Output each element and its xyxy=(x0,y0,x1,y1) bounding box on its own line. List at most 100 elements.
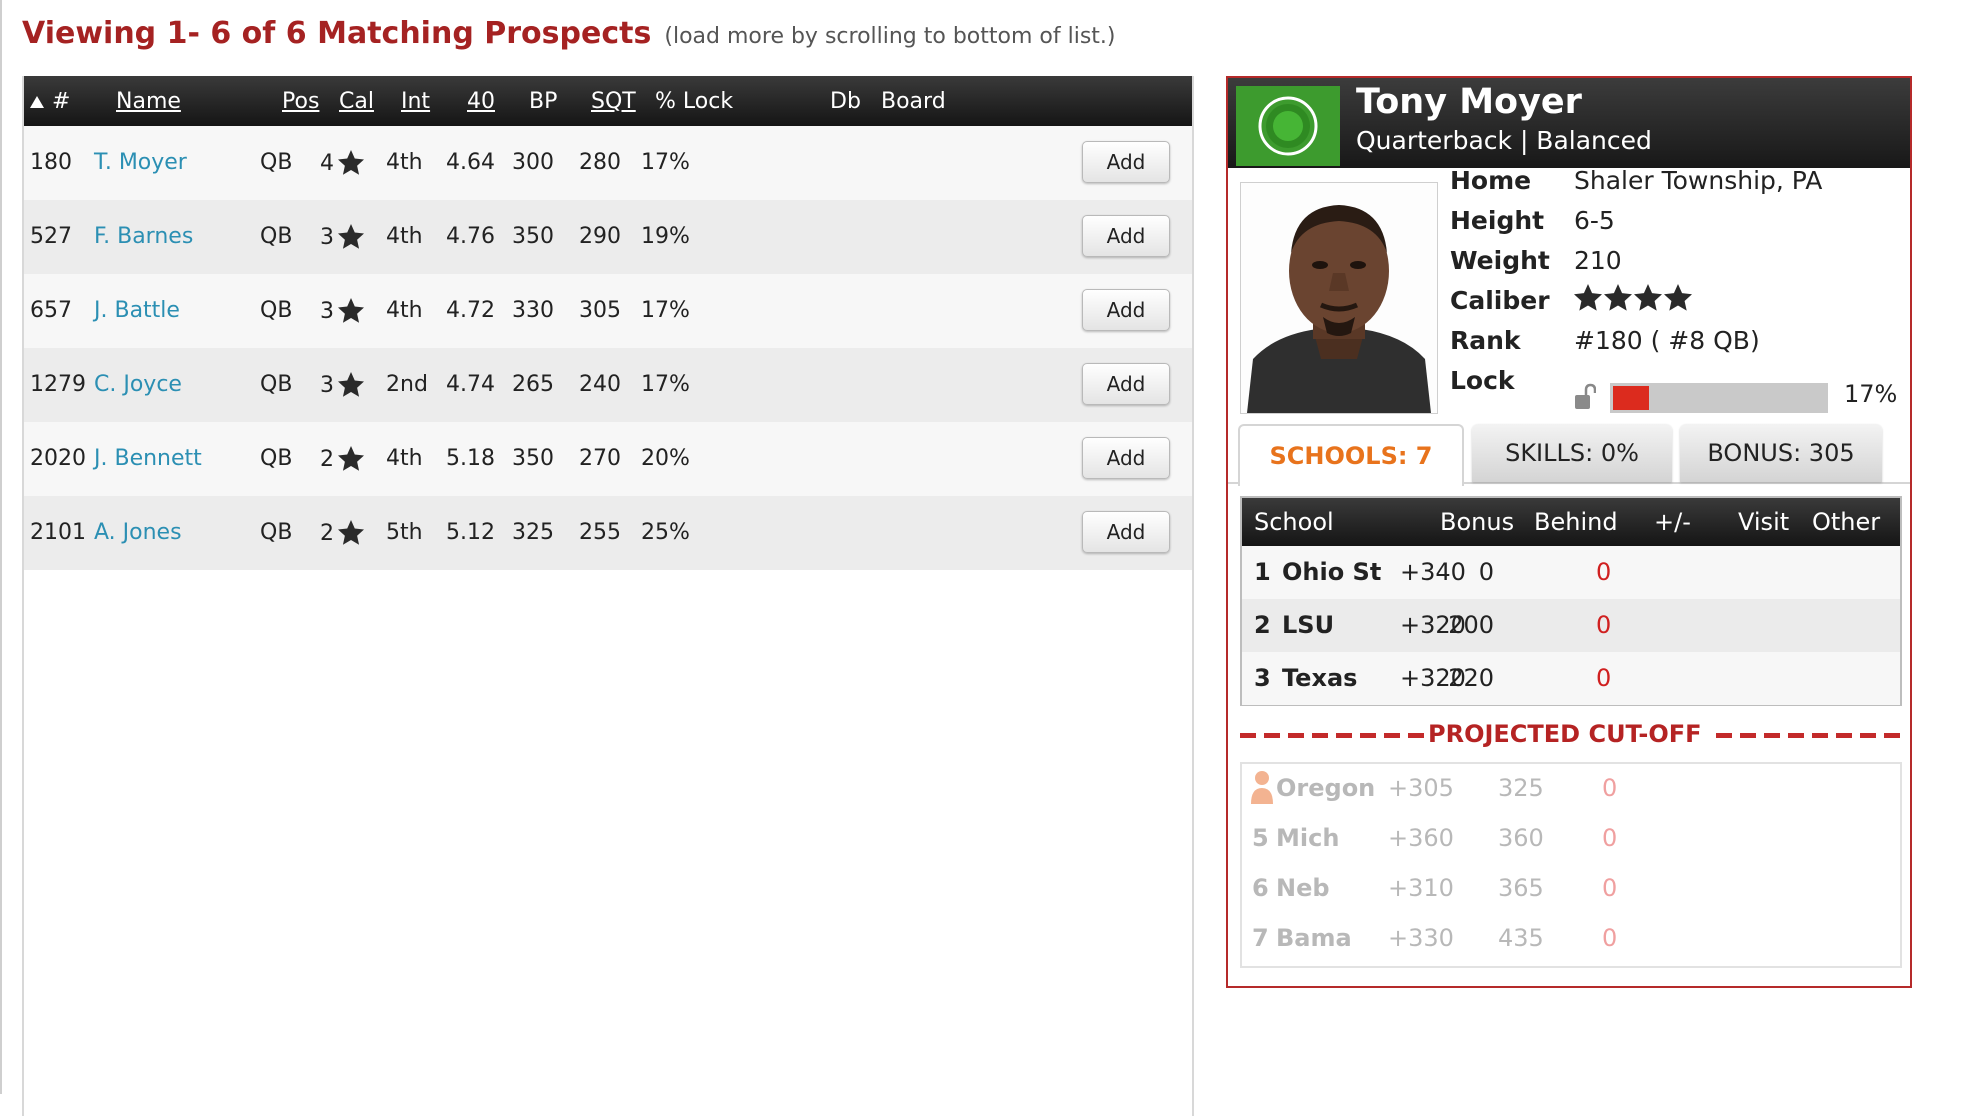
prospect-name-link[interactable]: A. Jones xyxy=(94,520,182,545)
col-num[interactable]: # xyxy=(52,89,70,114)
cell-pos: QB xyxy=(260,446,293,471)
caliber-value: 2 xyxy=(320,447,334,472)
projected-cutoff-divider: PROJECTED CUT-OFF xyxy=(1240,720,1902,750)
cutoff-dash-left xyxy=(1240,733,1424,738)
cell-num: 2020 xyxy=(30,446,86,471)
school-behind: 360 xyxy=(1498,824,1544,852)
caliber-value: 3 xyxy=(320,299,334,324)
school-rank: 7 xyxy=(1252,924,1269,952)
cell-bp: 300 xyxy=(512,150,554,175)
school-rank: 3 xyxy=(1254,664,1271,692)
status-ring-icon xyxy=(1258,96,1318,156)
add-to-board-button[interactable]: Add xyxy=(1082,215,1170,257)
cell-sqt: 240 xyxy=(579,372,621,397)
cell-caliber: 2 xyxy=(320,446,364,472)
schools-table: School Bonus Behind +/- Visit Other 1 Ohi… xyxy=(1240,496,1902,706)
cell-forty: 4.72 xyxy=(446,298,495,323)
cell-bp: 265 xyxy=(512,372,554,397)
school-rank: 2 xyxy=(1254,611,1271,639)
school-rank: 5 xyxy=(1252,824,1269,852)
school-delta: 0 xyxy=(1596,558,1612,586)
cell-pos: QB xyxy=(260,372,293,397)
star-icon xyxy=(1604,284,1632,311)
col-pos[interactable]: Pos xyxy=(282,89,319,114)
home-value: Shaler Township, PA xyxy=(1574,166,1823,195)
tab-schools[interactable]: SCHOOLS: 7 xyxy=(1238,424,1464,486)
cell-lock: 17% xyxy=(641,298,690,323)
school-behind: 435 xyxy=(1498,924,1544,952)
add-to-board-button[interactable]: Add xyxy=(1082,437,1170,479)
prospect-name-link[interactable]: T. Moyer xyxy=(94,150,187,175)
cell-int: 4th xyxy=(386,298,423,323)
prospect-row: 1279 C. Joyce QB 3 2nd 4.74 265 240 17% Add xyxy=(24,348,1192,422)
player-header: Tony Moyer Quarterback | Balanced xyxy=(1228,78,1910,168)
prospect-name-link[interactable]: J. Battle xyxy=(94,298,180,323)
weight-label: Weight xyxy=(1450,246,1550,275)
col-int[interactable]: Int xyxy=(401,89,430,114)
cell-int: 2nd xyxy=(386,372,428,397)
cell-lock: 25% xyxy=(641,520,690,545)
school-row: 2 LSU +320 200 0 xyxy=(1242,599,1900,652)
add-to-board-button[interactable]: Add xyxy=(1082,511,1170,553)
cell-caliber: 3 xyxy=(320,224,364,250)
col-forty[interactable]: 40 xyxy=(467,89,495,114)
tab-bonus[interactable]: BONUS: 305 xyxy=(1680,424,1882,482)
sort-ascending-icon[interactable] xyxy=(30,89,44,114)
school-row: 3 Texas +320 220 0 xyxy=(1242,652,1900,705)
cell-forty: 4.76 xyxy=(446,224,495,249)
col-cal[interactable]: Cal xyxy=(339,89,374,114)
prospect-row: 527 F. Barnes QB 3 4th 4.76 350 290 19% Add xyxy=(24,200,1192,274)
cell-forty: 5.12 xyxy=(446,520,495,545)
lock-progress-bar xyxy=(1610,383,1828,413)
school-behind: 200 xyxy=(1448,611,1494,639)
cell-pos: QB xyxy=(260,520,293,545)
cutoff-label: PROJECTED CUT-OFF xyxy=(1424,720,1706,748)
prospect-name-link[interactable]: C. Joyce xyxy=(94,372,182,397)
cell-sqt: 255 xyxy=(579,520,621,545)
tab-skills[interactable]: SKILLS: 0% xyxy=(1472,424,1672,482)
school-name: Oregon xyxy=(1276,774,1376,802)
add-to-board-button[interactable]: Add xyxy=(1082,289,1170,331)
col-other: Other xyxy=(1812,508,1881,536)
star-icon xyxy=(338,520,364,545)
cell-int: 5th xyxy=(386,520,423,545)
caliber-label: Caliber xyxy=(1450,286,1550,315)
add-to-board-button[interactable]: Add xyxy=(1082,363,1170,405)
cell-bp: 350 xyxy=(512,446,554,471)
add-to-board-button[interactable]: Add xyxy=(1082,141,1170,183)
prospect-name-link[interactable]: J. Bennett xyxy=(94,446,202,471)
star-icon xyxy=(1574,284,1602,311)
cell-caliber: 4 xyxy=(320,150,364,176)
school-name: Texas xyxy=(1282,664,1358,692)
school-name: Ohio St xyxy=(1282,558,1382,586)
prospects-table: # Name Pos Cal Int 40 BP SQT % Lock Db B… xyxy=(22,76,1194,1116)
lock-label: Lock xyxy=(1450,366,1515,395)
prospect-name-link[interactable]: F. Barnes xyxy=(94,224,193,249)
school-bonus: +340 xyxy=(1400,558,1466,586)
cell-int: 4th xyxy=(386,224,423,249)
star-icon xyxy=(1634,284,1662,311)
star-icon xyxy=(338,372,364,397)
unlock-icon xyxy=(1574,383,1597,417)
cell-num: 1279 xyxy=(30,372,86,397)
col-lock: % Lock xyxy=(655,89,734,114)
cell-forty: 4.74 xyxy=(446,372,495,397)
player-detail-panel: Tony Moyer Quarterback | Balanced Home S… xyxy=(1226,76,1912,988)
school-delta: 0 xyxy=(1602,774,1618,802)
cell-lock: 17% xyxy=(641,372,690,397)
star-icon xyxy=(338,224,364,249)
cell-pos: QB xyxy=(260,224,293,249)
prospect-row: 2101 A. Jones QB 2 5th 5.12 325 255 25% Add xyxy=(24,496,1192,570)
col-name[interactable]: Name xyxy=(116,89,181,114)
school-behind: 220 xyxy=(1448,664,1494,692)
school-delta: 0 xyxy=(1602,924,1618,952)
cell-lock: 17% xyxy=(641,150,690,175)
player-subtitle: Quarterback | Balanced xyxy=(1356,126,1652,155)
user-icon xyxy=(1250,770,1274,812)
cell-bp: 330 xyxy=(512,298,554,323)
below-cutoff-table: Oregon +305 325 0 5 Mich +360 360 0 6 Neb +310 365 0 7… xyxy=(1240,762,1902,968)
col-sqt[interactable]: SQT xyxy=(591,89,636,114)
star-icon xyxy=(338,446,364,471)
results-note: (load more by scrolling to bottom of lis… xyxy=(664,24,1116,49)
height-label: Height xyxy=(1450,206,1545,235)
